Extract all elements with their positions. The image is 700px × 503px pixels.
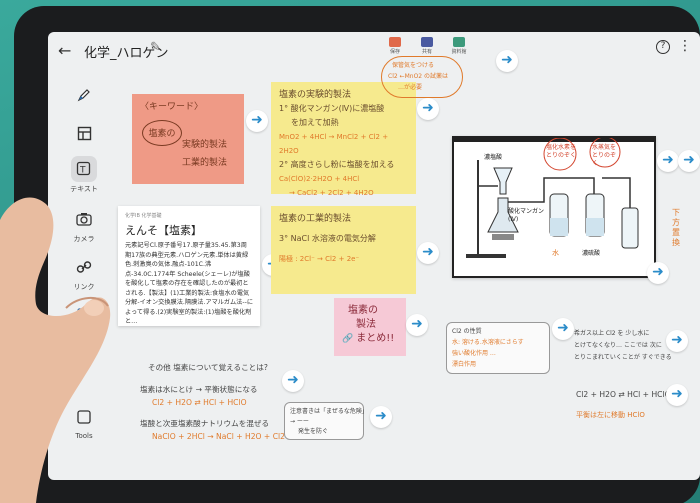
svg-text:T: T [79, 166, 86, 176]
experiment-line-6: → CaCl2 + 2Cl2 + 4H2O [289, 189, 374, 197]
experiment-line-2: を加えて加熱 [291, 118, 339, 127]
property-line-4: 漂白作用 [452, 361, 477, 368]
bottom-item-2: Cl2 + H2O ⇄ HCl + HClO [152, 398, 247, 407]
diagram-label-4: 水蒸気をとりのぞく [592, 144, 617, 167]
pen-icon [71, 82, 97, 108]
experiment-line-5: Ca(ClO)2·2H2O + 4HCl [279, 175, 360, 183]
dictionary-card[interactable]: 化学IB 化学基礎 えんそ【塩素】 元素記号Cl.原子番号17.原子量35.45… [118, 206, 260, 326]
apparatus-image[interactable]: 濃塩酸 酸化マンガン(Ⅳ) 塩化水素をとりのぞく 水蒸気をとりのぞく 水 濃硫酸 [452, 136, 656, 278]
equation-line-2: 平衡は左に移動 HClO [576, 411, 645, 419]
diagram-label-3: 塩化水素をとりのぞく [546, 144, 577, 159]
keyword-tag: 〈キーワード〉 [140, 102, 204, 112]
equation-arrow[interactable]: ➜ [666, 384, 688, 406]
diagram-label-6: 濃硫酸 [582, 250, 601, 257]
edit-title-icon[interactable]: ✎ [150, 40, 161, 55]
app-screen: ← 化学_ハロゲン ✎ 保存 共有 資料館 ? ⋮ T テキスト カメラ リンク… [48, 32, 700, 480]
save-icon [389, 37, 401, 47]
callout-line-1: 保管気をつける [392, 62, 435, 69]
callout-link-arrow[interactable]: ➜ [496, 50, 518, 72]
help-icon[interactable]: ? [656, 40, 670, 54]
equation-line-1: Cl2 + H2O ⇄ HCl + HClO [576, 390, 671, 399]
top-tools: 保存 共有 資料館 [386, 37, 468, 55]
summary-link-icon: 🔗 [342, 334, 354, 344]
experiment-line-3: MnO2 + 4HCl → MnCl2 + Cl2 + 2H2O [279, 133, 389, 155]
right-arrow-1[interactable]: ➜ [666, 330, 688, 352]
share-icon [421, 37, 433, 47]
callout-line-2: Cl2 ←MnO2 の試薬は [388, 73, 449, 80]
experiment-link-arrow[interactable]: ➜ [417, 98, 439, 120]
experiment-note[interactable]: 塩素の実験的製法 1° 酸化マンガン(Ⅳ)に濃塩酸 を加えて加熱 MnO2 + … [271, 82, 416, 197]
summary-link-arrow[interactable]: ➜ [406, 314, 428, 336]
keyword-line-1: 実験的製法 [182, 140, 228, 150]
warning-arrow[interactable]: ➜ [370, 406, 392, 428]
library-label: 資料館 [451, 49, 467, 55]
share-label: 共有 [421, 49, 432, 55]
right-line-2: とけてなくなり… ここでは 次に [574, 342, 662, 349]
more-icon[interactable]: ⋮ [678, 38, 692, 54]
dictionary-title: えんそ【塩素】 [125, 224, 202, 237]
industrial-title: 塩素の工業的製法 [279, 214, 352, 224]
dictionary-meta: 化学IB 化学基礎 [125, 213, 162, 219]
summary-line-3: まとめ!! [356, 333, 395, 344]
share-button[interactable]: 共有 [418, 37, 436, 55]
bottom-item-1: 塩素は水にとけ → 平衡状態になる [140, 385, 258, 394]
bottom-question: その他 塩素について覚えることは? [148, 363, 268, 372]
property-line-3: 強い酸化作用 … [452, 350, 496, 357]
right-line-3: とりこまれていくことが すぐできる [574, 354, 672, 361]
keyword-line-2: 工業的製法 [182, 158, 228, 168]
property-arrow[interactable]: ➜ [552, 318, 574, 340]
bottom-item-4: NaClO + 2HCl → NaCl + H2O + Cl2 [152, 432, 285, 441]
diagram-label-5: 水 [552, 249, 559, 257]
diagram-arrow-3[interactable]: ➜ [647, 262, 669, 284]
experiment-line-1: 1° 酸化マンガン(Ⅳ)に濃塩酸 [279, 104, 385, 113]
warning-line-1: 注意書きは「まぜるな危険」 [290, 408, 368, 415]
summary-link-row: 🔗 まとめ!! [342, 332, 398, 346]
diagram-label-2: 酸化マンガン(Ⅳ) [508, 208, 545, 223]
library-button[interactable]: 資料館 [450, 37, 468, 55]
experiment-line-4: 2° 高度さらし粉に塩酸を加える [279, 160, 395, 169]
layout-icon [71, 120, 97, 146]
keyword-circle-text: 塩素の [148, 129, 176, 139]
keyword-note[interactable]: 〈キーワード〉 塩素の 実験的製法 工業的製法 [132, 94, 244, 184]
dictionary-body: 元素記号Cl.原子番号17.原子量35.45.第3周期17族の典型元素.ハロゲン… [125, 242, 253, 323]
bottom-item-3: 塩酸と次亜塩素酸ナトリウムを混ぜる [140, 419, 270, 428]
summary-line-2: 製法 [356, 319, 376, 330]
warning-line-3: 発生を防ぐ [298, 428, 329, 435]
tool-layout[interactable] [62, 120, 106, 146]
right-line-1: 希ガス以上 Cl2 を 少し水に [574, 330, 650, 337]
tool-pen[interactable] [62, 82, 106, 108]
bottom-arrow-1[interactable]: ➜ [282, 370, 304, 392]
warning-line-2: → ーー [290, 418, 309, 425]
industrial-link-arrow[interactable]: ➜ [417, 242, 439, 264]
side-note: 下方置換 [672, 208, 680, 247]
text-icon: T [71, 156, 97, 182]
hand-image [0, 197, 111, 503]
save-label: 保存 [389, 49, 400, 55]
property-line-2: 水: 溶ける.水溶液にさらす [452, 339, 524, 346]
property-line-1: Cl2 の性質 [452, 328, 482, 335]
diagram-arrow-2[interactable]: ➜ [678, 150, 700, 172]
keyword-circle: 塩素の [142, 120, 182, 146]
keyword-link-arrow[interactable]: ➜ [246, 110, 268, 132]
callout-line-3: …が必要 [398, 84, 423, 91]
summary-line-1: 塩素の [348, 305, 378, 316]
save-button[interactable]: 保存 [386, 37, 404, 55]
diagram-arrow-1[interactable]: ➜ [657, 150, 679, 172]
library-icon [453, 37, 465, 47]
industrial-note[interactable]: 塩素の工業的製法 3° NaCl 水溶液の電気分解 陽極 : 2Cl⁻ → Cl… [271, 206, 416, 294]
industrial-line-2: 陽極 : 2Cl⁻ → Cl2 + 2e⁻ [279, 255, 360, 263]
top-bar: ← 化学_ハロゲン ✎ 保存 共有 資料館 ? ⋮ [48, 32, 700, 70]
diagram-label-1: 濃塩酸 [484, 154, 503, 161]
back-arrow-icon[interactable]: ← [58, 41, 71, 60]
industrial-line-1: 3° NaCl 水溶液の電気分解 [279, 234, 376, 243]
summary-note[interactable]: 塩素の 製法 🔗 まとめ!! [334, 298, 406, 356]
